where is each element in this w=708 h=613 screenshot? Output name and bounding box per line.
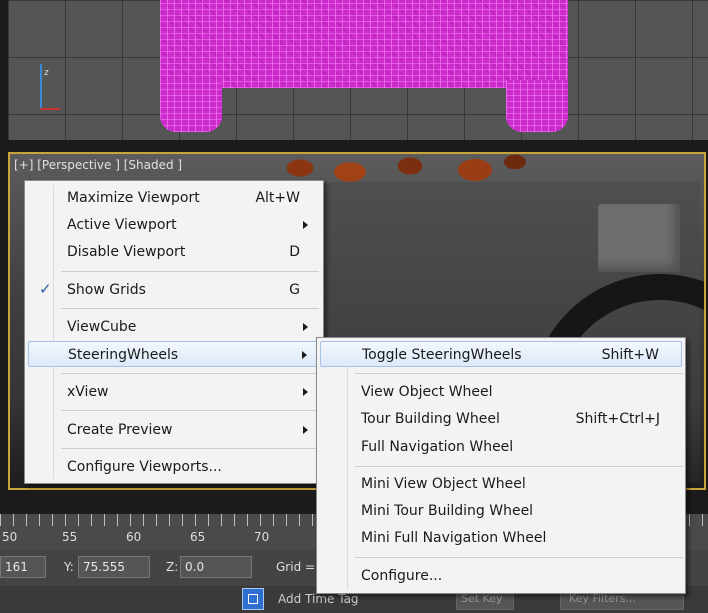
ruler-number: 60: [126, 530, 142, 544]
menu-separator: [355, 466, 683, 467]
viewport-context-menu: Maximize Viewport Alt+W Active Viewport …: [24, 180, 324, 484]
menu-item-label: ViewCube: [67, 319, 137, 335]
menu-item-label: xView: [67, 384, 109, 400]
wireframe-mesh-leg-right[interactable]: [506, 80, 568, 132]
z-coordinate-field[interactable]: 0.0: [180, 556, 252, 578]
wireframe-mesh-leg-left[interactable]: [160, 80, 222, 132]
menu-item-active-viewport[interactable]: Active Viewport: [28, 212, 320, 238]
menu-item-label: Mini Full Navigation Wheel: [361, 530, 547, 546]
menu-item-label: Disable Viewport: [67, 244, 186, 260]
menu-separator: [61, 448, 319, 449]
menu-item-viewcube[interactable]: ViewCube: [28, 314, 320, 340]
menu-separator: [61, 271, 319, 272]
menu-item-label: Toggle SteeringWheels: [362, 347, 522, 363]
submenu-arrow-icon: [303, 323, 308, 331]
menu-separator: [355, 373, 683, 374]
menu-separator: [61, 373, 319, 374]
menu-item-shortcut: Shift+Ctrl+J: [575, 411, 660, 427]
ruler-number: 50: [2, 530, 18, 544]
viewport-label[interactable]: [+] [Perspective ] [Shaded ]: [14, 158, 182, 172]
submenu-arrow-icon: [303, 221, 308, 229]
submenu-arrow-icon: [303, 388, 308, 396]
menu-item-show-grids[interactable]: ✓ Show Grids G: [28, 277, 320, 303]
menu-separator: [355, 557, 683, 558]
ruler-number: 70: [254, 530, 270, 544]
menu-item-toggle-steeringwheels[interactable]: Toggle SteeringWheels Shift+W: [320, 341, 682, 367]
menu-item-shortcut: G: [289, 282, 300, 298]
grid-label: Grid =: [276, 560, 316, 574]
z-coordinate-label: Z:: [166, 560, 179, 574]
ruler-number: 55: [62, 530, 78, 544]
menu-item-mini-full-navigation-wheel[interactable]: Mini Full Navigation Wheel: [320, 525, 682, 551]
menu-item-label: Active Viewport: [67, 217, 177, 233]
menu-item-create-preview[interactable]: Create Preview: [28, 417, 320, 443]
menu-item-tour-building-wheel[interactable]: Tour Building Wheel Shift+Ctrl+J: [320, 406, 682, 432]
menu-item-label: Configure Viewports...: [67, 459, 222, 475]
time-tag-icon[interactable]: [242, 588, 264, 610]
axis-gizmo-icon: z: [40, 64, 64, 112]
menu-item-xview[interactable]: xView: [28, 379, 320, 405]
menu-item-label: Mini Tour Building Wheel: [361, 503, 534, 519]
menu-item-mini-view-object-wheel[interactable]: Mini View Object Wheel: [320, 471, 682, 497]
menu-item-shortcut: D: [289, 244, 300, 260]
menu-item-full-navigation-wheel[interactable]: Full Navigation Wheel: [320, 434, 682, 460]
menu-item-shortcut: Alt+W: [255, 190, 300, 206]
y-coordinate-label: Y:: [64, 560, 74, 574]
ruler-number: 65: [190, 530, 206, 544]
axis-label: z: [44, 68, 49, 78]
top-viewport[interactable]: z: [8, 0, 708, 140]
x-coordinate-field[interactable]: 161: [0, 556, 46, 578]
menu-item-label: Show Grids: [67, 282, 146, 298]
menu-item-label: SteeringWheels: [68, 347, 179, 363]
menu-item-maximize-viewport[interactable]: Maximize Viewport Alt+W: [28, 185, 320, 211]
submenu-arrow-icon: [303, 426, 308, 434]
menu-item-disable-viewport[interactable]: Disable Viewport D: [28, 239, 320, 265]
menu-separator: [61, 410, 319, 411]
add-time-tag-button[interactable]: Add Time Tag: [278, 592, 359, 606]
menu-item-mini-tour-building-wheel[interactable]: Mini Tour Building Wheel: [320, 498, 682, 524]
steeringwheels-submenu: Toggle SteeringWheels Shift+W View Objec…: [316, 337, 686, 594]
menu-item-configure[interactable]: Configure...: [320, 563, 682, 589]
menu-item-label: Tour Building Wheel: [361, 411, 500, 427]
menu-item-shortcut: Shift+W: [601, 347, 659, 363]
menu-item-label: View Object Wheel: [361, 384, 493, 400]
checkmark-icon: ✓: [39, 280, 52, 298]
menu-item-label: Maximize Viewport: [67, 190, 200, 206]
menu-item-label: Full Navigation Wheel: [361, 439, 514, 455]
menu-item-label: Create Preview: [67, 422, 173, 438]
wireframe-mesh[interactable]: [160, 0, 568, 88]
y-coordinate-field[interactable]: 75.555: [78, 556, 150, 578]
scene-block: [598, 204, 680, 272]
menu-item-label: Configure...: [361, 568, 443, 584]
menu-item-configure-viewports[interactable]: Configure Viewports...: [28, 454, 320, 480]
menu-item-steeringwheels[interactable]: SteeringWheels: [28, 341, 320, 367]
menu-item-label: Mini View Object Wheel: [361, 476, 526, 492]
menu-separator: [61, 308, 319, 309]
menu-item-view-object-wheel[interactable]: View Object Wheel: [320, 379, 682, 405]
submenu-arrow-icon: [302, 351, 307, 359]
